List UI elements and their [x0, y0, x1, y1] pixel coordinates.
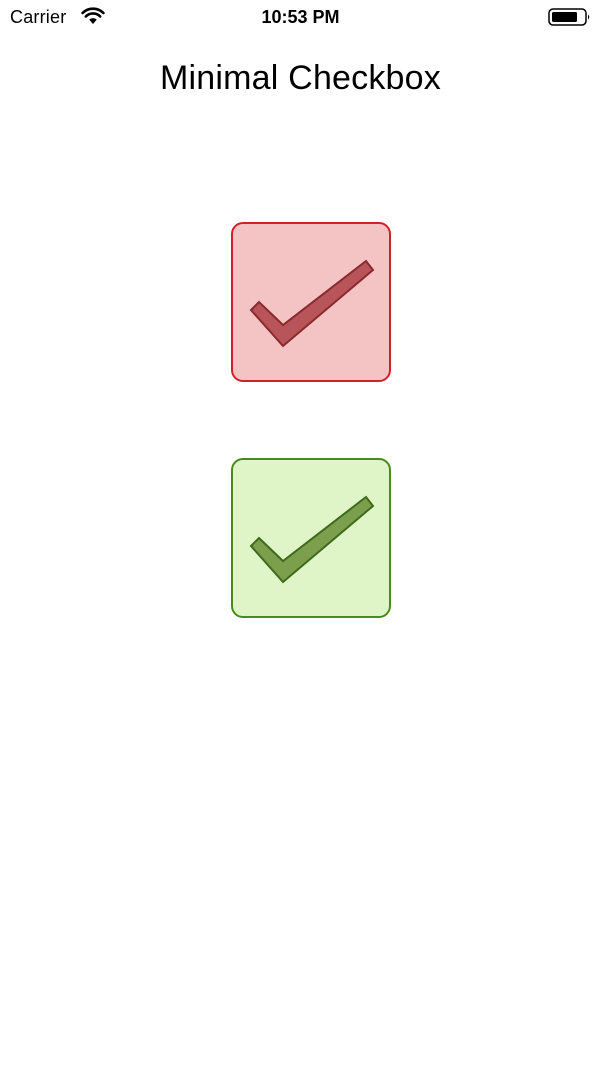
checkbox-red[interactable]	[231, 222, 391, 382]
battery-icon	[548, 8, 590, 26]
page-title: Minimal Checkbox	[160, 59, 441, 97]
checkbox-green[interactable]	[231, 458, 391, 618]
checkmark-icon	[249, 495, 375, 584]
status-bar: Carrier 10:53 PM	[0, 0, 601, 34]
status-time: 10:53 PM	[261, 7, 340, 27]
checkmark-icon	[249, 259, 375, 348]
